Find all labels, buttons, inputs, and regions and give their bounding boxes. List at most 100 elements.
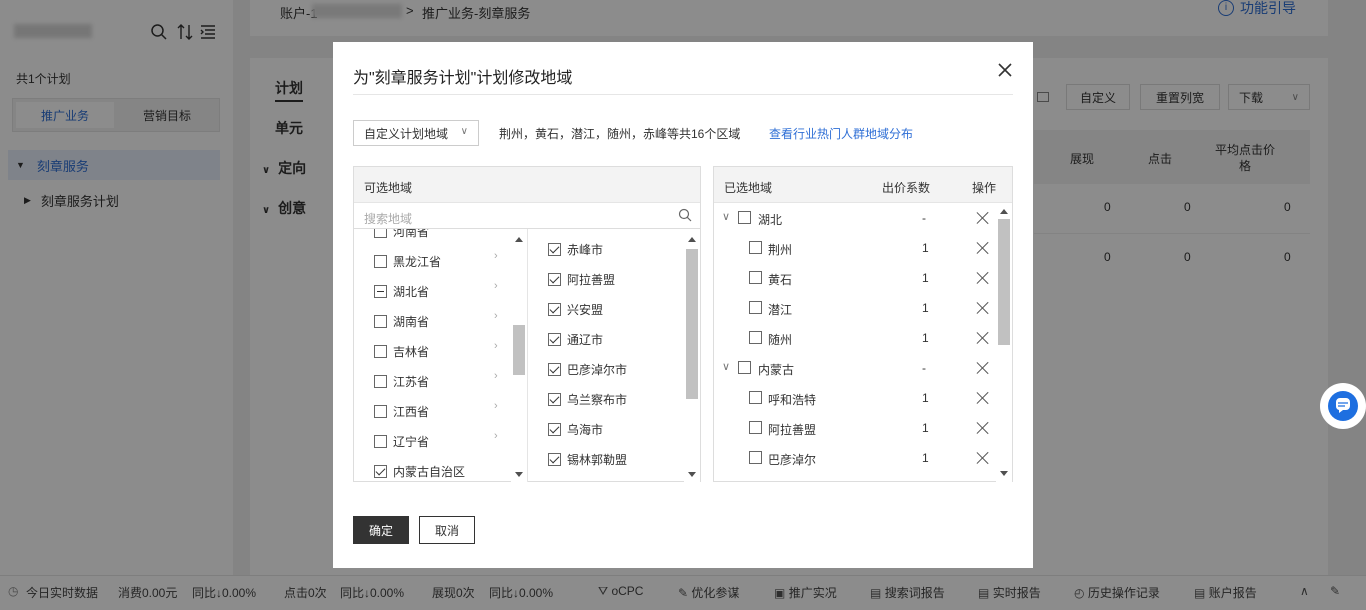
selected-checkbox[interactable] bbox=[749, 391, 762, 404]
province-item[interactable]: 江西省 › bbox=[374, 396, 504, 426]
remove-icon[interactable] bbox=[977, 452, 989, 464]
province-item[interactable]: 内蒙古自治区 bbox=[374, 456, 504, 482]
chevron-down-icon[interactable]: ∨ bbox=[722, 210, 730, 223]
selected-checkbox[interactable] bbox=[749, 331, 762, 344]
province-item[interactable]: 江苏省 › bbox=[374, 366, 504, 396]
modal-title: 为"刻章服务计划"计划修改地域 bbox=[353, 70, 573, 87]
selected-region-label: 阿拉善盟 bbox=[768, 423, 817, 437]
selected-list: ∨ 湖北 - 荆州 1 黄石 1 潜江 1 随州 1 ∨ 内蒙古 - 呼和浩特 1 阿拉善盟 1 巴彦淖尔 1 bbox=[714, 203, 1012, 482]
province-item[interactable]: 河南省 › bbox=[374, 229, 504, 246]
city-item[interactable]: 赤峰市 bbox=[548, 234, 603, 264]
city-checkbox[interactable] bbox=[548, 272, 561, 286]
province-label: 黑龙江省 bbox=[393, 254, 442, 269]
province-checkbox[interactable] bbox=[374, 344, 387, 358]
bid-coefficient[interactable]: 1 bbox=[922, 421, 929, 435]
province-item[interactable]: 湖南省 › bbox=[374, 306, 504, 336]
selected-region-row: 呼和浩特 1 bbox=[714, 383, 996, 413]
selected-checkbox[interactable] bbox=[749, 451, 762, 464]
chat-support-button[interactable] bbox=[1320, 383, 1366, 429]
province-checkbox[interactable] bbox=[374, 284, 387, 298]
chevron-right-icon: › bbox=[494, 400, 498, 412]
province-item[interactable]: 吉林省 › bbox=[374, 336, 504, 366]
province-checkbox[interactable] bbox=[374, 464, 387, 478]
selected-checkbox[interactable] bbox=[738, 211, 751, 224]
confirm-button[interactable]: 确定 bbox=[353, 516, 409, 544]
city-checkbox[interactable] bbox=[548, 362, 561, 376]
province-item[interactable]: 湖北省 › bbox=[374, 276, 504, 306]
province-checkbox[interactable] bbox=[374, 374, 387, 388]
bid-coefficient[interactable]: 1 bbox=[922, 451, 929, 465]
chevron-right-icon: › bbox=[494, 229, 498, 232]
city-checkbox[interactable] bbox=[548, 452, 561, 466]
selected-group-row: ∨ 内蒙古 - bbox=[714, 353, 996, 383]
selected-region-label: 黄石 bbox=[768, 273, 793, 287]
province-checkbox[interactable] bbox=[374, 314, 387, 328]
scroll-down-icon[interactable] bbox=[1000, 471, 1008, 476]
scroll-up-icon[interactable] bbox=[688, 237, 696, 242]
city-item[interactable]: 巴彦淖尔市 bbox=[548, 354, 627, 384]
bid-coefficient[interactable]: 1 bbox=[922, 331, 929, 345]
city-item[interactable]: 乌兰察布市 bbox=[548, 384, 627, 414]
selected-region-label: 呼和浩特 bbox=[768, 393, 817, 407]
city-item[interactable]: 锡林郭勒盟 bbox=[548, 444, 627, 474]
industry-region-link[interactable]: 查看行业热门人群地域分布 bbox=[769, 125, 913, 142]
region-mode-select[interactable]: 自定义计划地域 ∨ bbox=[353, 120, 479, 146]
chevron-down-icon: ∨ bbox=[460, 126, 468, 137]
scroll-up-icon[interactable] bbox=[515, 237, 523, 242]
remove-icon[interactable] bbox=[977, 422, 989, 434]
chevron-down-icon[interactable]: ∨ bbox=[722, 360, 730, 373]
remove-icon[interactable] bbox=[977, 332, 989, 344]
selected-checkbox[interactable] bbox=[749, 301, 762, 314]
region-modal: 为"刻章服务计划"计划修改地域 自定义计划地域 ∨ 荆州，黄石，潜江，随州，赤峰… bbox=[333, 42, 1033, 568]
bid-coefficient[interactable]: 1 bbox=[922, 241, 929, 255]
city-checkbox[interactable] bbox=[548, 392, 561, 406]
remove-icon[interactable] bbox=[977, 302, 989, 314]
city-label: 兴安盟 bbox=[567, 302, 604, 317]
city-item[interactable]: 通辽市 bbox=[548, 324, 603, 354]
scroll-down-icon[interactable] bbox=[688, 472, 696, 477]
cancel-button[interactable]: 取消 bbox=[419, 516, 475, 544]
selected-checkbox[interactable] bbox=[749, 241, 762, 254]
selected-checkbox[interactable] bbox=[749, 271, 762, 284]
province-checkbox[interactable] bbox=[374, 229, 387, 238]
bid-coefficient[interactable]: 1 bbox=[922, 391, 929, 405]
close-button[interactable] bbox=[997, 62, 1013, 78]
remove-icon[interactable] bbox=[977, 362, 989, 374]
city-checkbox[interactable] bbox=[548, 422, 561, 436]
bid-coefficient[interactable]: 1 bbox=[922, 301, 929, 315]
selected-checkbox[interactable] bbox=[738, 361, 751, 374]
scroll-up-icon[interactable] bbox=[1000, 209, 1008, 214]
province-checkbox[interactable] bbox=[374, 434, 387, 448]
selected-scroll-thumb[interactable] bbox=[998, 219, 1010, 345]
selected-region-row: 潜江 1 bbox=[714, 293, 996, 323]
city-checkbox[interactable] bbox=[548, 332, 561, 346]
selected-checkbox[interactable] bbox=[749, 421, 762, 434]
selected-header: 已选地域 出价系数 操作 bbox=[714, 167, 1012, 203]
city-item[interactable]: 阿拉善盟 bbox=[548, 264, 615, 294]
province-scroll-thumb[interactable] bbox=[513, 325, 525, 375]
bid-coefficient[interactable]: 1 bbox=[922, 271, 929, 285]
city-checkbox[interactable] bbox=[548, 242, 561, 256]
city-item[interactable]: 兴安盟 bbox=[548, 294, 603, 324]
province-item[interactable]: 辽宁省 › bbox=[374, 426, 504, 456]
city-scroll-thumb[interactable] bbox=[686, 249, 698, 399]
bid-coefficient[interactable]: - bbox=[922, 361, 926, 375]
remove-icon[interactable] bbox=[977, 212, 989, 224]
bid-coefficient[interactable]: - bbox=[922, 211, 926, 225]
province-checkbox[interactable] bbox=[374, 254, 387, 268]
remove-icon[interactable] bbox=[977, 392, 989, 404]
province-checkbox[interactable] bbox=[374, 404, 387, 418]
selected-region-row: 荆州 1 bbox=[714, 233, 996, 263]
selected-region-label: 随州 bbox=[768, 333, 793, 347]
province-list: 河南省 › 黑龙江省 › 湖北省 › 湖南省 › 吉林省 › 江苏省 › 江西省 › 辽宁省 › 内蒙古自治区 bbox=[354, 229, 528, 482]
city-label: 通辽市 bbox=[567, 332, 604, 347]
city-item[interactable]: 乌海市 bbox=[548, 414, 603, 444]
remove-icon[interactable] bbox=[977, 272, 989, 284]
province-label: 内蒙古自治区 bbox=[393, 464, 466, 479]
search-input[interactable]: 搜索地域 bbox=[354, 203, 700, 229]
city-checkbox[interactable] bbox=[548, 302, 561, 316]
selected-region-label: 湖北 bbox=[758, 213, 783, 227]
province-item[interactable]: 黑龙江省 › bbox=[374, 246, 504, 276]
scroll-down-icon[interactable] bbox=[515, 472, 523, 477]
remove-icon[interactable] bbox=[977, 242, 989, 254]
